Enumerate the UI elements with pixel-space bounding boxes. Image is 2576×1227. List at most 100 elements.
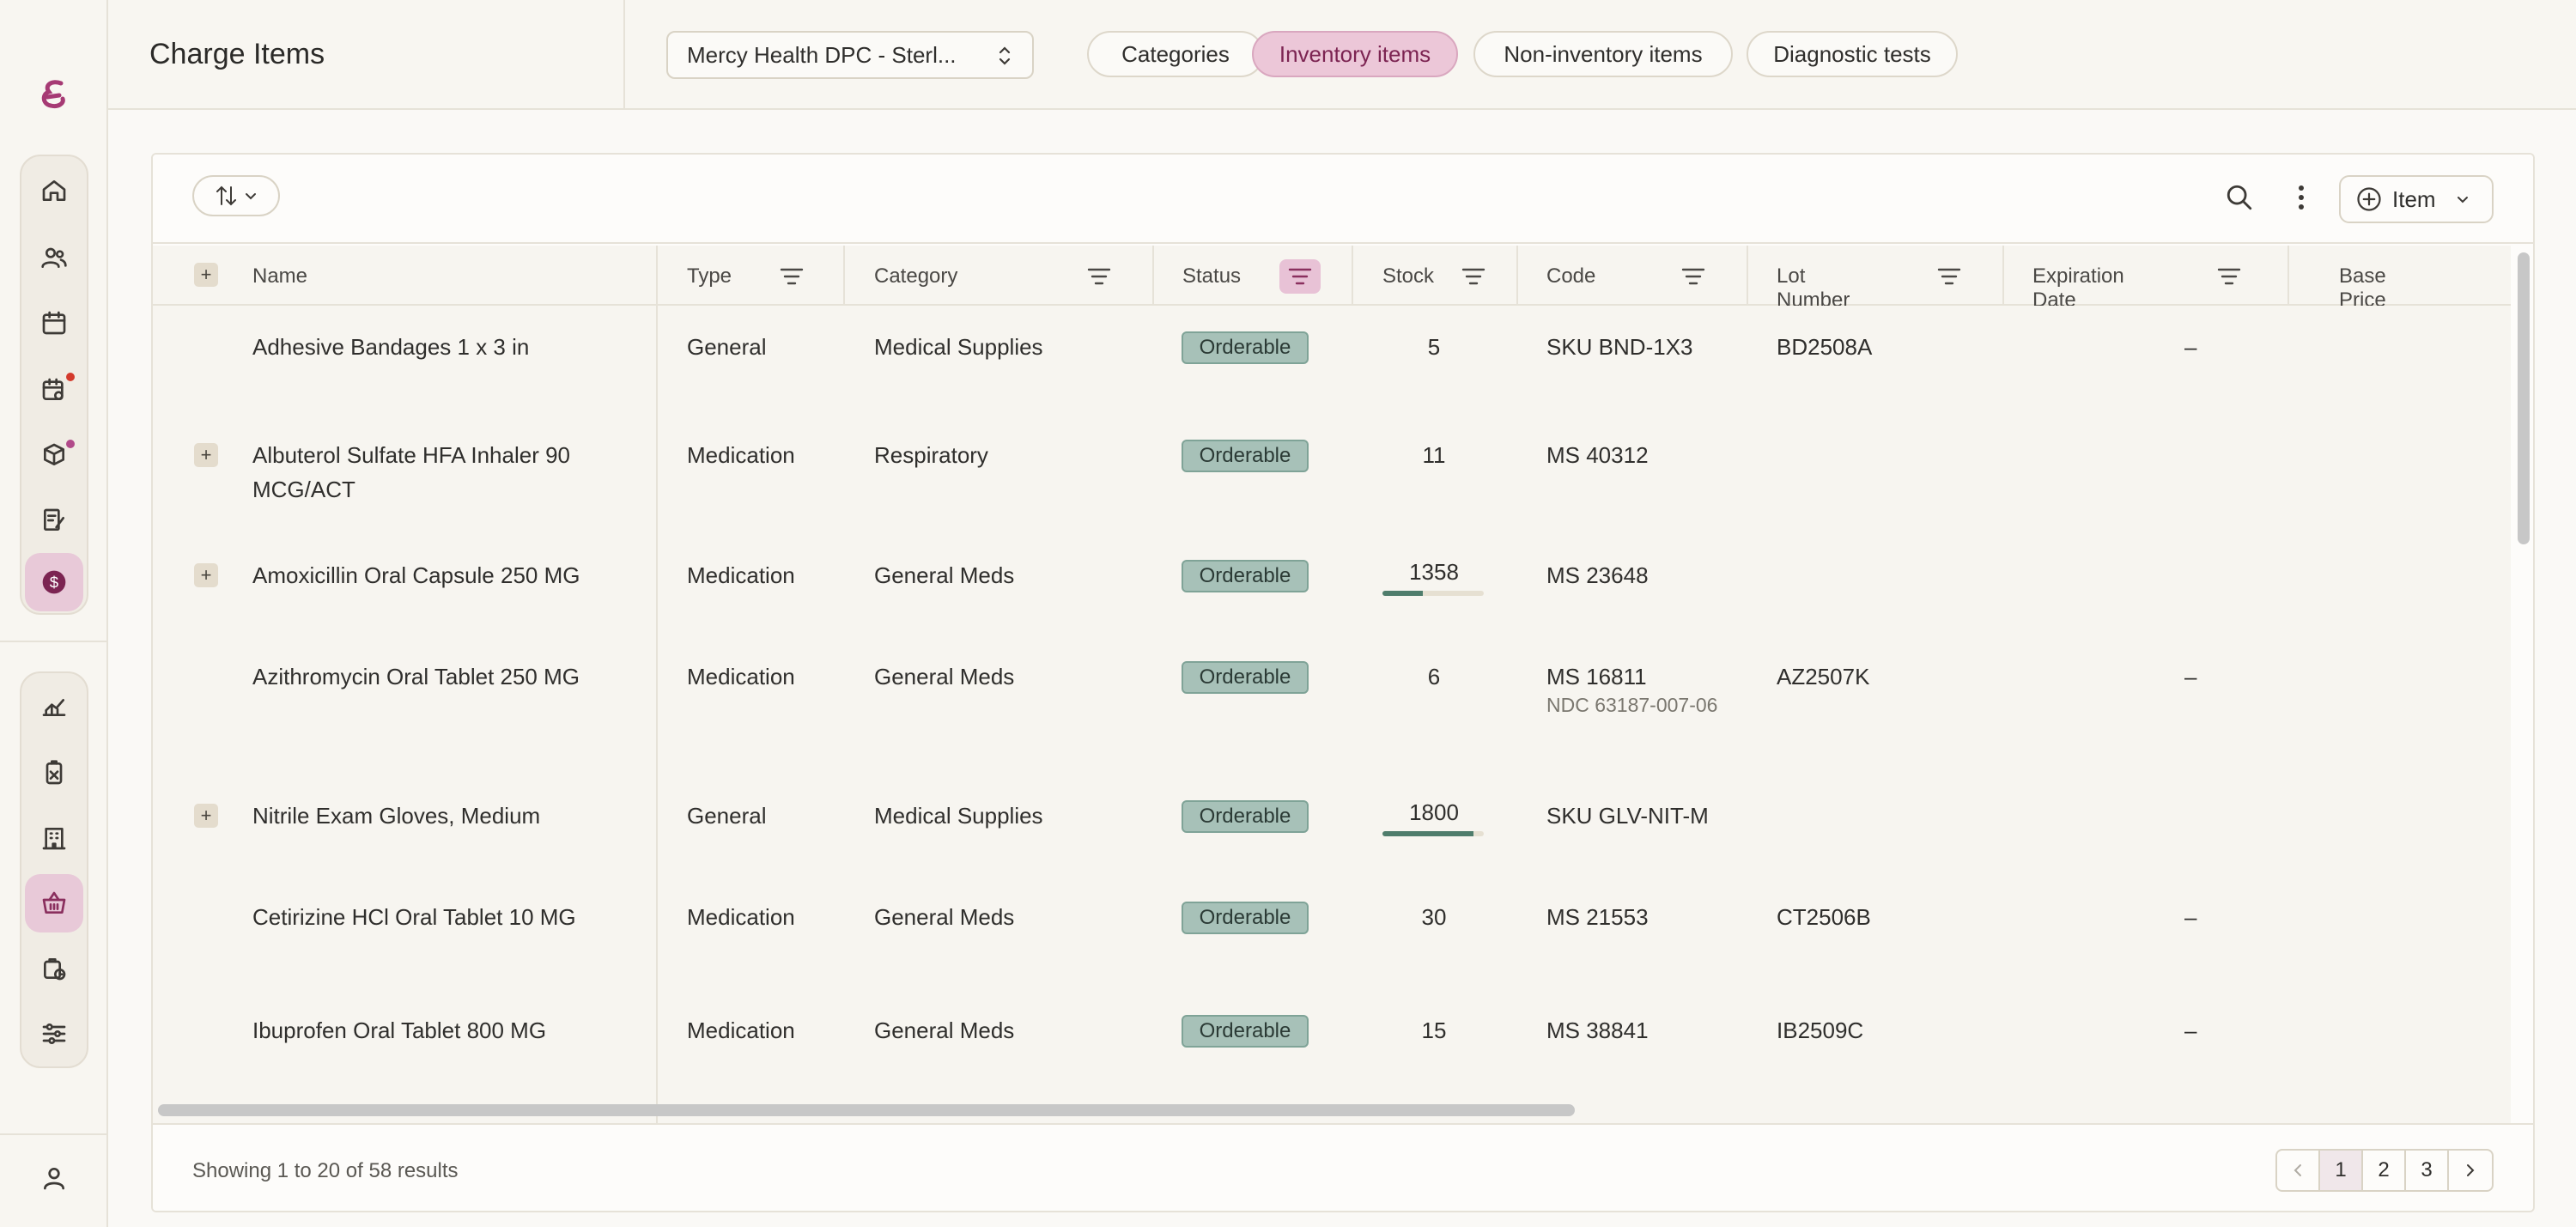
filter-expiration-icon[interactable] [2208, 259, 2250, 294]
chevron-down-icon [2457, 197, 2468, 203]
name-column-divider [656, 246, 658, 1211]
basket-icon[interactable] [25, 874, 83, 932]
plus-circle-icon [2357, 187, 2381, 211]
column-header-label: Stock [1382, 264, 1435, 288]
cell-expiration: – [2184, 334, 2197, 360]
expand-all-button[interactable]: + [194, 263, 218, 287]
column-separator [843, 246, 845, 306]
horizontal-scrollbar[interactable] [158, 1104, 1575, 1116]
cell-code: SKU BND-1X3 [1546, 334, 1693, 360]
stock-level-fill [1382, 831, 1474, 836]
results-count: Showing 1 to 20 of 58 results [192, 1159, 459, 1182]
table-row[interactable]: + Albuterol Sulfate HFA Inhaler 90 MCG/A… [153, 417, 2511, 538]
filter-lot-number-icon[interactable] [1929, 259, 1970, 294]
user-profile-icon[interactable] [25, 1149, 83, 1207]
prev-page-button[interactable] [2277, 1151, 2320, 1190]
brand-logo[interactable] [33, 74, 76, 117]
tab-inventory-items[interactable]: Inventory items [1252, 31, 1458, 77]
next-page-button[interactable] [2449, 1151, 2492, 1190]
cell-type: Medication [687, 442, 795, 468]
cell-lot-number: IB2509C [1777, 1017, 1864, 1043]
orders-icon[interactable] [25, 939, 83, 998]
tab-categories[interactable]: Categories [1087, 31, 1264, 77]
column-header-label: Name [252, 264, 308, 288]
cell-type: General [687, 334, 767, 360]
page-2-button[interactable]: 2 [2363, 1151, 2406, 1190]
building-icon[interactable] [25, 809, 83, 867]
page-header: Charge Items Mercy Health DPC - Sterl...… [108, 0, 2576, 110]
cell-stock: 1800 [1409, 799, 1459, 825]
expand-row-button[interactable]: + [194, 563, 218, 587]
schedule-alert-icon[interactable] [25, 361, 83, 419]
cell-category: Respiratory [874, 442, 988, 468]
badge-icon[interactable] [25, 744, 83, 802]
tab-label: Non-inventory items [1504, 40, 1703, 67]
cell-code: MS 16811 [1546, 664, 1647, 689]
tab-label: Diagnostic tests [1773, 40, 1931, 67]
analytics-icon[interactable] [25, 677, 83, 735]
filter-type-icon[interactable] [771, 259, 812, 294]
filter-category-icon[interactable] [1078, 259, 1120, 294]
cell-code: MS 23648 [1546, 562, 1649, 588]
column-separator [2287, 246, 2289, 306]
location-select[interactable]: Mercy Health DPC - Sterl... [666, 31, 1034, 79]
page-1-button[interactable]: 1 [2320, 1151, 2363, 1190]
cell-stock: 6 [1427, 664, 1441, 689]
table-row[interactable]: Cetirizine HCl Oral Tablet 10 MG Medicat… [153, 881, 2511, 993]
status-badge: Orderable [1182, 800, 1309, 833]
cell-category: General Meds [874, 664, 1015, 689]
table-row[interactable]: + Nitrile Exam Gloves, Medium General Me… [153, 778, 2511, 881]
home-icon[interactable] [25, 161, 83, 220]
calendar-icon[interactable] [25, 294, 83, 352]
tab-diagnostic-tests[interactable]: Diagnostic tests [1747, 31, 1958, 77]
expand-row-button[interactable]: + [194, 443, 218, 467]
status-badge: Orderable [1182, 1015, 1309, 1048]
filter-stock-icon[interactable] [1453, 259, 1494, 294]
expand-row-button[interactable]: + [194, 804, 218, 828]
column-separator [1152, 246, 1154, 306]
inventory-icon[interactable] [25, 426, 83, 484]
chevron-down-icon [246, 193, 256, 200]
settings-sliders-icon[interactable] [25, 1005, 83, 1063]
table-row[interactable]: + Amoxicillin Oral Capsule 250 MG Medica… [153, 538, 2511, 641]
checklist-icon[interactable] [25, 491, 83, 550]
patients-icon[interactable] [25, 228, 83, 287]
column-header-label: Category [874, 264, 958, 288]
filter-code-icon[interactable] [1673, 259, 1714, 294]
cell-name: Cetirizine HCl Oral Tablet 10 MG [252, 904, 576, 930]
cell-type: Medication [687, 904, 795, 930]
column-separator [1516, 246, 1518, 306]
sidebar: $ [0, 0, 108, 1227]
table-row[interactable]: Azithromycin Oral Tablet 250 MG Medicati… [153, 641, 2511, 778]
primary-nav: $ [20, 155, 88, 615]
column-separator [2002, 246, 2004, 306]
table-row[interactable]: Adhesive Bandages 1 x 3 in General Medic… [153, 306, 2511, 417]
page-3-button[interactable]: 3 [2406, 1151, 2449, 1190]
table-header: + Name Type Category Status Stock Code L… [153, 246, 2511, 360]
cell-name: Amoxicillin Oral Capsule 250 MG [252, 562, 580, 588]
add-item-label: Item [2392, 185, 2436, 212]
billing-icon[interactable]: $ [25, 553, 83, 611]
search-icon [2227, 185, 2252, 210]
tab-non-inventory-items[interactable]: Non-inventory items [1473, 31, 1733, 77]
cell-expiration: – [2184, 904, 2197, 930]
more-options-button[interactable] [2281, 177, 2322, 218]
search-button[interactable] [2219, 177, 2260, 218]
add-item-button[interactable]: Item [2339, 175, 2494, 223]
cell-expiration: – [2184, 1017, 2197, 1043]
cell-type: Medication [687, 562, 795, 588]
cell-category: General Meds [874, 562, 1015, 588]
secondary-nav [20, 671, 88, 1068]
stock-level-bar [1382, 831, 1484, 836]
stock-level-fill [1382, 591, 1424, 596]
cell-lot-number: AZ2507K [1777, 664, 1870, 689]
table-row[interactable]: Ibuprofen Oral Tablet 800 MG Medication … [153, 993, 2511, 1104]
vertical-scrollbar[interactable] [2518, 252, 2530, 544]
updown-chevron-icon [999, 46, 1011, 65]
filter-status-icon[interactable] [1279, 259, 1321, 294]
column-header-label: Status [1182, 264, 1242, 288]
cell-code: MS 38841 [1546, 1017, 1649, 1043]
column-header-label: Type [687, 264, 732, 288]
sort-button[interactable] [192, 175, 280, 216]
cell-code: MS 40312 [1546, 442, 1649, 468]
